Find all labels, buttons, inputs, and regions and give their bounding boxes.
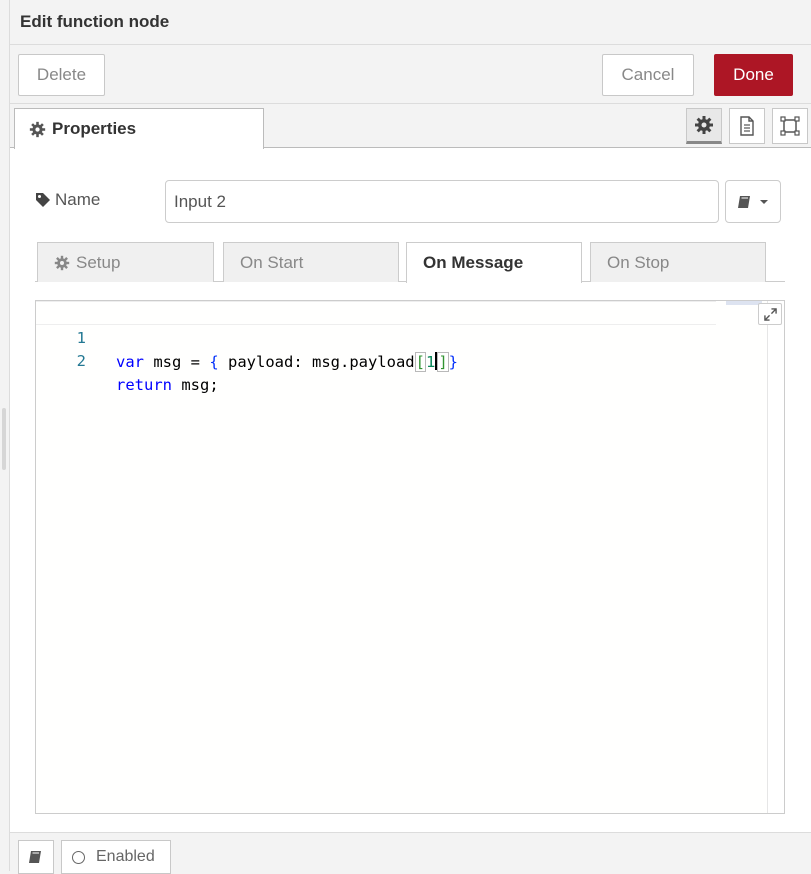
subtab-on-stop[interactable]: On Stop [590, 242, 766, 282]
book-icon [738, 195, 750, 208]
name-label: Name [35, 190, 100, 210]
code-line[interactable]: 1 var msg = { payload: msg.payload[1]} [36, 301, 716, 372]
expand-icon [763, 307, 777, 321]
subtab-setup[interactable]: Setup [37, 242, 214, 282]
gear-icon [54, 255, 70, 270]
subtab-on-message-label: On Message [423, 253, 524, 272]
subtab-on-start-label: On Start [240, 252, 304, 272]
appearance-icon [780, 116, 800, 136]
minimap[interactable] [726, 301, 762, 305]
tag-icon [36, 193, 50, 207]
tray-header: Edit function node [10, 0, 811, 45]
subtab-setup-label: Setup [76, 252, 121, 272]
tray-toolbar: Delete Cancel Done [10, 45, 811, 104]
gear-icon [29, 121, 46, 137]
subtab-on-stop-label: On Stop [607, 252, 670, 272]
cancel-button[interactable]: Cancel [602, 54, 694, 96]
enabled-label: Enabled [96, 848, 155, 865]
code-text[interactable]: return msg; [116, 373, 219, 397]
name-input[interactable] [165, 180, 719, 223]
caret-down-icon [760, 199, 768, 204]
tab-properties[interactable]: Properties [14, 108, 264, 149]
sidebar-splitter[interactable] [0, 0, 10, 871]
code-line[interactable]: 2 return msg; [36, 325, 716, 394]
book-icon [29, 851, 41, 863]
tab-properties-label: Properties [52, 119, 137, 138]
tray-title: Edit function node [20, 12, 170, 31]
resize-grip[interactable] [2, 408, 6, 470]
expand-editor-button[interactable] [758, 303, 782, 325]
tab-description[interactable] [729, 108, 765, 144]
editor-scrollbar[interactable] [767, 301, 784, 813]
name-label-text: Name [55, 190, 101, 209]
tray-footer: Enabled [10, 832, 811, 874]
circle-icon [72, 850, 85, 864]
gear-icon [695, 116, 713, 134]
tab-appearance[interactable] [772, 108, 808, 144]
delete-button[interactable]: Delete [18, 54, 105, 96]
edit-tray: Edit function node Delete Cancel Done Pr… [10, 0, 811, 874]
subtab-on-start[interactable]: On Start [223, 242, 399, 282]
description-icon [740, 116, 754, 136]
enabled-toggle[interactable]: Enabled [61, 840, 171, 874]
done-button[interactable]: Done [714, 54, 793, 96]
help-book-button[interactable] [18, 840, 54, 874]
code-text[interactable]: var msg = { payload: msg.payload[1]} [116, 350, 458, 374]
function-subtabs: Setup On Start On Message On Stop [35, 241, 785, 283]
tray-tabbar: Properties [10, 104, 811, 149]
library-button[interactable] [725, 180, 781, 223]
code-editor[interactable]: 1 var msg = { payload: msg.payload[1]} 2… [35, 300, 785, 814]
line-number: 2 [76, 352, 86, 370]
tab-settings[interactable] [686, 108, 722, 144]
subtab-on-message[interactable]: On Message [406, 242, 582, 283]
tray-body: Properties Name Input 2 Setup On Start O… [10, 104, 811, 832]
